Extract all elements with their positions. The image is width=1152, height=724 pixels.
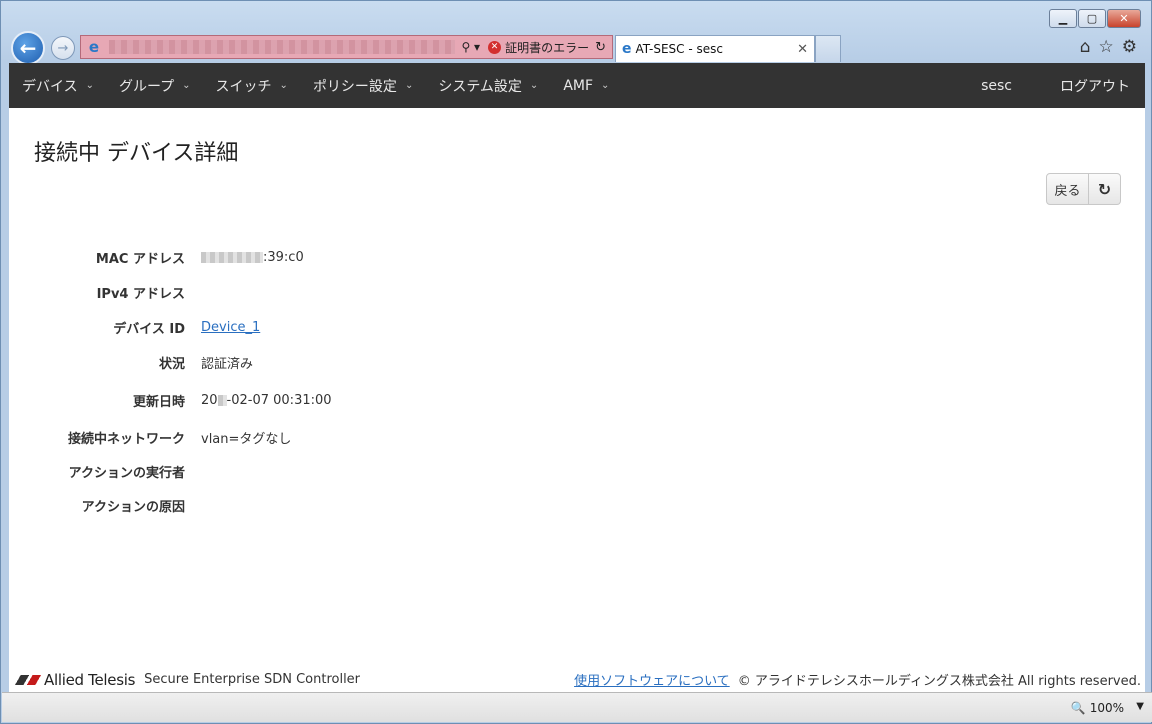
chevron-down-icon: ⌄ <box>601 80 610 91</box>
browser-tab[interactable]: e AT-SESC - sesc ✕ <box>615 35 815 62</box>
favorites-star-icon[interactable]: ☆ <box>1099 37 1114 57</box>
browser-window: ▁ ▢ ✕ ← → e ⚲ ▾ ✕ 証明書のエラー ↻ e AT-SESC - … <box>0 0 1152 724</box>
home-icon[interactable]: ⌂ <box>1080 37 1091 57</box>
footer: Allied Telesis Secure Enterprise SDN Con… <box>9 667 1145 693</box>
detail-row-actor: アクションの実行者 <box>9 462 185 481</box>
detail-row-network: 接続中ネットワーク vlan=タグなし <box>9 428 291 447</box>
chevron-down-icon: ⌄ <box>85 80 94 91</box>
nav-label: ポリシー設定 <box>312 78 397 95</box>
address-url-blurred[interactable] <box>109 40 456 54</box>
nav-user[interactable]: sesc <box>957 78 1036 94</box>
footer-right: 使用ソフトウェアについて © アライドテレシスホールディングス株式会社 All … <box>574 670 1141 689</box>
detail-label: アクションの実行者 <box>68 466 185 481</box>
detail-label: 更新日時 <box>132 395 185 410</box>
refresh-icon: ↻ <box>1097 179 1112 199</box>
page-title: 接続中 デバイス詳細 <box>34 141 239 166</box>
search-dropdown-icon[interactable]: ⚲ ▾ <box>461 40 480 54</box>
certificate-error-text[interactable]: 証明書のエラー <box>505 39 589 56</box>
detail-label: 状況 <box>158 357 185 372</box>
close-window-button[interactable]: ✕ <box>1107 9 1141 28</box>
software-info-link[interactable]: 使用ソフトウェアについて <box>574 670 730 689</box>
refresh-button[interactable]: ↻ <box>1089 173 1121 205</box>
brand-mark-icon <box>14 674 42 685</box>
product-name: Secure Enterprise SDN Controller <box>144 672 361 687</box>
detail-value: :39:c0 <box>201 250 304 265</box>
back-button[interactable]: 戻る <box>1046 173 1089 205</box>
minimize-button[interactable]: ▁ <box>1049 9 1077 28</box>
detail-label: 接続中ネットワーク <box>67 432 185 447</box>
detail-label: IPv4 アドレス <box>96 287 185 302</box>
nav-label: AMF <box>563 77 594 94</box>
address-bar[interactable]: e ⚲ ▾ ✕ 証明書のエラー ↻ <box>80 35 613 59</box>
updated-prefix: 20 <box>201 393 218 408</box>
top-navbar: デバイス ⌄ グループ ⌄ スイッチ ⌄ ポリシー設定 ⌄ システム設定 ⌄ A… <box>9 63 1145 108</box>
forward-arrow-icon[interactable]: → <box>51 36 75 60</box>
tab-close-icon[interactable]: ✕ <box>797 42 808 57</box>
nav-right: sesc ログアウト <box>957 63 1145 108</box>
updated-suffix: -02-07 00:31:00 <box>226 393 332 408</box>
chevron-down-icon: ⌄ <box>529 80 539 91</box>
detail-value: Device_1 <box>201 320 260 335</box>
device-id-link[interactable]: Device_1 <box>201 320 260 335</box>
app-content: デバイス ⌄ グループ ⌄ スイッチ ⌄ ポリシー設定 ⌄ システム設定 ⌄ A… <box>9 63 1145 693</box>
nav-label: グループ <box>118 78 175 95</box>
detail-value: 20 -02-07 00:31:00 <box>201 393 332 408</box>
nav-item-amf[interactable]: AMF ⌄ <box>550 63 621 108</box>
nav-label: デバイス <box>22 78 78 95</box>
copyright: © アライドテレシスホールディングス株式会社 All rights reserv… <box>737 674 1141 689</box>
detail-row-ipv4: IPv4 アドレス <box>9 283 201 302</box>
browser-tools: ⌂ ☆ ⚙ <box>1080 37 1137 57</box>
action-buttons: 戻る ↻ <box>1046 173 1121 205</box>
tab-title: AT-SESC - sesc <box>635 42 723 56</box>
new-tab-button[interactable] <box>815 35 841 62</box>
detail-value: vlan=タグなし <box>201 432 292 447</box>
nav-label: スイッチ <box>215 78 272 95</box>
chevron-down-icon: ⌄ <box>182 80 191 91</box>
zoom-magnifier-icon: 🔍 <box>1070 701 1086 715</box>
nav-item-system[interactable]: システム設定 ⌄ <box>425 63 550 108</box>
nav-item-switches[interactable]: スイッチ ⌄ <box>203 63 300 108</box>
detail-label: MAC アドレス <box>95 252 185 267</box>
mac-suffix: :39:c0 <box>263 250 304 265</box>
certificate-error-icon[interactable]: ✕ <box>488 40 502 54</box>
status-bar: 🔍 100% ▼ <box>2 692 1152 722</box>
detail-row-status: 状況 認証済み <box>9 353 253 372</box>
maximize-button[interactable]: ▢ <box>1078 9 1106 28</box>
redacted-block <box>201 252 263 263</box>
nav-item-groups[interactable]: グループ ⌄ <box>106 63 203 108</box>
ie-logo-icon: e <box>88 38 100 56</box>
tab-ie-logo-icon: e <box>622 41 632 57</box>
redacted-block <box>217 395 227 406</box>
nav-item-policy[interactable]: ポリシー設定 ⌄ <box>300 63 425 108</box>
nav-item-devices[interactable]: デバイス ⌄ <box>9 63 106 108</box>
zoom-dropdown-icon[interactable]: ▼ <box>1136 701 1144 712</box>
allied-telesis-logo: Allied Telesis <box>14 671 135 689</box>
settings-gear-icon[interactable]: ⚙ <box>1122 37 1137 57</box>
back-arrow-icon[interactable]: ← <box>11 31 45 65</box>
chevron-down-icon: ⌄ <box>404 80 414 91</box>
detail-label: デバイス ID <box>113 322 185 337</box>
zoom-control[interactable]: 🔍 100% <box>1071 701 1124 715</box>
detail-row-cause: アクションの原因 <box>9 496 185 515</box>
detail-label: アクションの原因 <box>81 500 185 515</box>
refresh-icon[interactable]: ↻ <box>595 40 606 55</box>
brand-name: Allied Telesis <box>44 670 136 689</box>
window-controls: ▁ ▢ ✕ <box>1049 9 1141 28</box>
detail-row-updated: 更新日時 20 -02-07 00:31:00 <box>9 391 332 410</box>
detail-row-mac: MAC アドレス :39:c0 <box>9 248 304 267</box>
detail-row-device-id: デバイス ID Device_1 <box>9 318 260 337</box>
logout-link[interactable]: ログアウト <box>1036 76 1145 96</box>
detail-value: 認証済み <box>201 357 254 372</box>
chevron-down-icon: ⌄ <box>279 80 288 91</box>
nav-label: システム設定 <box>438 78 522 95</box>
zoom-level: 100% <box>1089 701 1124 715</box>
